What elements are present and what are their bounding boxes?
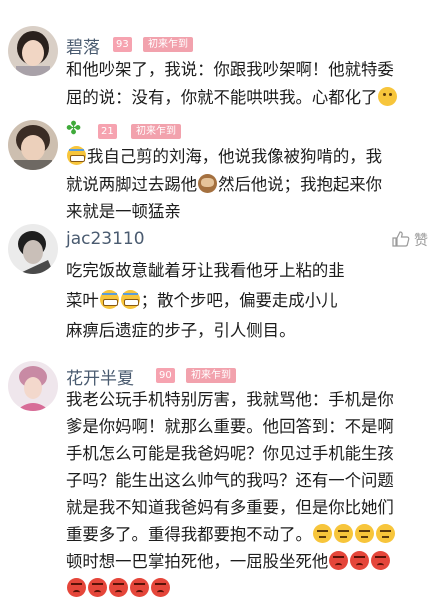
angry-emoji-icon [67, 578, 86, 597]
title-badge: 初来乍到 [186, 368, 236, 383]
text-segment: 我自己剪的刘海，他说我像被狗啃的，我 [87, 147, 383, 166]
text-segment: 就说两脚过去踢他 [66, 174, 198, 194]
unamused-emoji-icon [354, 524, 374, 543]
title-badge: 初来乍到 [143, 37, 193, 52]
username[interactable]: jac23110 [66, 229, 145, 249]
angry-emoji-icon [350, 551, 370, 570]
like-button[interactable]: 赞 [391, 230, 428, 250]
grin-sweat-emoji-icon [67, 146, 86, 165]
title-badge: 初来乍到 [131, 124, 181, 139]
avatar[interactable] [8, 361, 58, 411]
clover-icon: ✤ [66, 118, 82, 139]
text-line: 就是我不知道我爸妈有多重要，但是你比她们 [66, 498, 394, 517]
text-line: 重要多了。重得我都要抱不动了。 [66, 521, 432, 548]
level-badge: 93 [113, 37, 132, 52]
thumbs-up-icon [391, 231, 409, 247]
level-value: 21 [101, 126, 114, 137]
text-line: 吃完饭故意龇着牙让我看他牙上粘的韭 [66, 261, 345, 280]
text-line [66, 575, 432, 602]
comment-text: 吃完饭故意龇着牙让我看他牙上粘的韭 菜叶 ；散个步吧，偏要走成小儿 麻痹后遗症的步… [66, 256, 432, 346]
comment-text: 我老公玩手机特别厉害，我就骂他：手机是你 爹是你妈啊！就那么重要。他回答到：不是… [66, 386, 432, 602]
text-line: 子吗？能生出这么帅气的我吗？还有一个问题 [66, 471, 394, 490]
level-value: 93 [116, 39, 129, 50]
text-segment: 重要多了。重得我都要抱不动了。 [66, 525, 312, 544]
text-line: 我自己剪的刘海，他说我像被狗啃的，我 [66, 143, 432, 171]
angry-emoji-icon [88, 578, 107, 597]
level-value: 90 [159, 370, 172, 381]
like-label: 赞 [414, 233, 428, 249]
text-line: 菜叶 ；散个步吧，偏要走成小儿 [66, 286, 432, 316]
level-badge: 90 [156, 368, 175, 383]
text-segment: 菜叶 [66, 291, 99, 310]
text-segment: 然后他说；我抱起来你 [218, 174, 383, 194]
comment-text: 我自己剪的刘海，他说我像被狗啃的，我 就说两脚过去踢他 然后他说；我抱起来你 来就… [66, 143, 432, 226]
username[interactable]: 碧落 [66, 33, 100, 58]
text-line: 手机怎么可能是我爸妈呢？你见过手机能生孩 [66, 444, 394, 463]
grinning-emoji-icon [99, 290, 119, 309]
text-segment: 顿时想一巴掌拍死他，一屈股坐死他 [66, 552, 329, 571]
angry-emoji-icon [371, 551, 391, 570]
unamused-emoji-icon [312, 524, 332, 543]
unamused-emoji-icon [333, 524, 353, 543]
angry-emoji-icon [109, 578, 128, 597]
text-line: 爹是你妈啊！就那么重要。他回答到：不是啊 [66, 417, 394, 436]
comment-text: 和他吵架了，我说：你跟我吵架啊！他就特委 屈的说：没有，你就不能哄哄我。心都化了 [66, 56, 432, 111]
grinning-emoji-icon [120, 290, 140, 309]
avatar[interactable] [8, 224, 58, 274]
text-line: 我老公玩手机特别厉害，我就骂他：手机是你 [66, 390, 394, 409]
text-line: 麻痹后遗症的步子，引人侧目。 [66, 321, 296, 340]
avatar[interactable] [8, 26, 58, 76]
angry-emoji-icon [130, 578, 149, 597]
see-no-evil-monkey-emoji-icon [198, 173, 218, 193]
text-segment: ；散个步吧，偏要走成小儿 [140, 291, 338, 310]
text-line: 来就是一顿猛亲 [66, 202, 181, 221]
smile-emoji-icon [378, 86, 398, 106]
text-line: 和他吵架了，我说：你跟我吵架啊！他就特委 [66, 60, 394, 79]
angry-emoji-icon [329, 551, 349, 570]
angry-emoji-icon [151, 578, 170, 597]
text-line: 屈的说：没有，你就不能哄哄我。心都化了 [66, 84, 432, 112]
level-badge: 21 [98, 124, 117, 139]
unamused-emoji-icon [375, 524, 395, 543]
text-segment: 屈的说：没有，你就不能哄哄我。心都化了 [66, 87, 378, 107]
text-line: 就说两脚过去踢他 然后他说；我抱起来你 [66, 171, 432, 199]
text-line: 顿时想一巴掌拍死他，一屈股坐死他 [66, 548, 432, 575]
avatar[interactable] [8, 120, 58, 170]
